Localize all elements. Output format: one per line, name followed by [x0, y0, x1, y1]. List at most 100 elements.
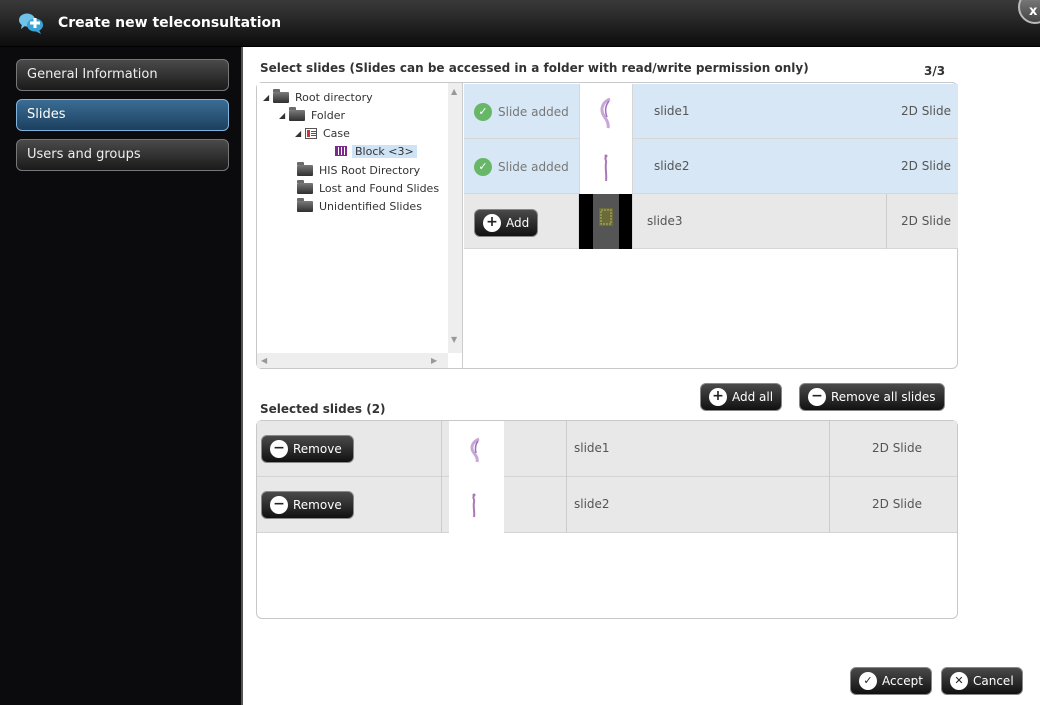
folder-tree[interactable]: ◢ Root directory ◢ Folder ◢ Case Block <… — [257, 83, 463, 368]
button-label: Cancel — [973, 674, 1014, 688]
tree-node-unidentified-slides[interactable]: Unidentified Slides — [297, 197, 422, 215]
cancel-button[interactable]: ✕ Cancel — [941, 667, 1023, 695]
tissue-thumbnail-icon — [470, 437, 480, 463]
left-navigation: General Information Slides Users and gro… — [0, 47, 243, 705]
status-label: Slide added — [498, 160, 569, 174]
column-divider — [441, 477, 442, 533]
plus-icon: + — [709, 388, 727, 406]
minus-icon: − — [808, 388, 826, 406]
slide-thumbnail — [449, 477, 504, 533]
select-slides-heading: Select slides (Slides can be accessed in… — [260, 61, 809, 75]
slide-row[interactable]: + Add slide3 2D Slide — [464, 194, 958, 249]
status-label: Slide added — [498, 105, 569, 119]
slide-thumbnail — [579, 139, 633, 194]
tree-horizontal-scrollbar[interactable]: ◀ ▶ — [257, 353, 448, 368]
block-icon — [335, 146, 347, 156]
tree-node-lost-and-found[interactable]: Lost and Found Slides — [297, 179, 439, 197]
tree-node-root-directory[interactable]: ◢ Root directory — [263, 88, 373, 106]
tree-node-label: Folder — [311, 108, 345, 122]
tissue-thumbnail-icon — [604, 154, 608, 182]
column-divider — [886, 194, 887, 249]
scroll-up-icon[interactable]: ▲ — [451, 87, 457, 96]
nav-item-general-information[interactable]: General Information — [16, 59, 229, 91]
slide-thumbnail — [449, 421, 504, 477]
tree-vertical-scrollbar[interactable]: ▲ ▼ — [448, 83, 462, 353]
button-label: Remove — [293, 498, 342, 512]
window-title: Create new teleconsultation — [58, 15, 282, 31]
slide-status: ✓ Slide added — [474, 103, 569, 121]
column-divider — [829, 477, 830, 533]
button-label: Accept — [882, 674, 923, 688]
nav-item-label: Users and groups — [27, 147, 141, 162]
slide-thumbnail — [579, 84, 633, 139]
teleconsultation-icon — [19, 13, 43, 34]
minus-icon: − — [270, 440, 288, 458]
plus-icon: + — [483, 214, 501, 232]
tree-node-block[interactable]: Block <3> — [335, 142, 417, 160]
slide-name: slide2 — [654, 159, 690, 173]
tree-node-label: Case — [323, 126, 350, 140]
slide-type: 2D Slide — [901, 214, 951, 228]
tissue-thumbnail-icon — [600, 97, 611, 129]
slide-row[interactable]: ✓ Slide added slide1 2D Slide — [464, 84, 958, 139]
slide-name: slide1 — [574, 441, 610, 455]
check-icon: ✓ — [474, 103, 492, 121]
button-label: Remove — [293, 442, 342, 456]
cancel-icon: ✕ — [950, 672, 968, 690]
slide-type: 2D Slide — [901, 159, 951, 173]
column-divider — [829, 421, 830, 477]
slide-image-icon — [593, 194, 619, 249]
folder-icon — [297, 179, 313, 194]
button-label: Add — [506, 216, 530, 230]
slide-count: 3/3 — [924, 64, 946, 78]
remove-slide-button[interactable]: − Remove — [261, 435, 354, 463]
close-button[interactable]: x — [1018, 0, 1040, 24]
column-divider — [441, 421, 442, 477]
slide-name: slide2 — [574, 497, 610, 511]
slide-row[interactable]: ✓ Slide added slide2 2D Slide — [464, 139, 958, 194]
scroll-down-icon[interactable]: ▼ — [451, 335, 457, 344]
tree-node-label: Block <3> — [352, 144, 417, 158]
remove-all-slides-button[interactable]: − Remove all slides — [799, 383, 945, 411]
slide-type: 2D Slide — [901, 104, 951, 118]
selected-slides-heading: Selected slides (2) — [260, 402, 386, 416]
selected-slide-row[interactable]: − Remove slide1 2D Slide — [257, 421, 957, 477]
tree-node-label: Unidentified Slides — [319, 199, 422, 213]
slide-thumbnail — [578, 194, 633, 249]
add-all-button[interactable]: + Add all — [700, 383, 783, 411]
minus-icon: − — [270, 496, 288, 514]
button-label: Remove all slides — [831, 390, 936, 404]
nav-item-label: Slides — [27, 107, 66, 122]
tree-node-label: HIS Root Directory — [319, 163, 421, 177]
check-icon: ✓ — [474, 158, 492, 176]
remove-slide-button[interactable]: − Remove — [261, 491, 354, 519]
expand-icon[interactable]: ◢ — [295, 129, 305, 138]
tree-node-label: Root directory — [295, 90, 373, 104]
scroll-right-icon[interactable]: ▶ — [431, 356, 437, 365]
folder-icon — [289, 106, 305, 121]
tree-node-label: Lost and Found Slides — [319, 181, 440, 195]
column-divider — [566, 477, 567, 533]
tree-node-case[interactable]: ◢ Case — [295, 124, 350, 142]
tree-node-folder[interactable]: ◢ Folder — [279, 106, 345, 124]
title-bar: Create new teleconsultation x — [0, 0, 1040, 47]
scroll-left-icon[interactable]: ◀ — [261, 356, 267, 365]
nav-item-users-and-groups[interactable]: Users and groups — [16, 139, 229, 171]
close-icon: x — [1029, 4, 1038, 19]
slide-name: slide1 — [654, 104, 690, 118]
folder-icon — [273, 88, 289, 103]
tree-node-his-root-directory[interactable]: HIS Root Directory — [297, 161, 420, 179]
slide-status: ✓ Slide added — [474, 158, 569, 176]
add-slide-button[interactable]: + Add — [474, 209, 539, 237]
selected-slide-row[interactable]: − Remove slide2 2D Slide — [257, 477, 957, 533]
expand-icon[interactable]: ◢ — [263, 93, 273, 102]
case-icon — [305, 127, 317, 139]
slide-type: 2D Slide — [872, 497, 922, 511]
folder-icon — [297, 161, 313, 176]
accept-button[interactable]: ✓ Accept — [850, 667, 932, 695]
expand-icon[interactable]: ◢ — [279, 111, 289, 120]
tissue-thumbnail-icon — [472, 493, 476, 518]
nav-item-slides[interactable]: Slides — [16, 99, 229, 131]
button-label: Add all — [732, 390, 774, 404]
check-icon: ✓ — [859, 672, 877, 690]
